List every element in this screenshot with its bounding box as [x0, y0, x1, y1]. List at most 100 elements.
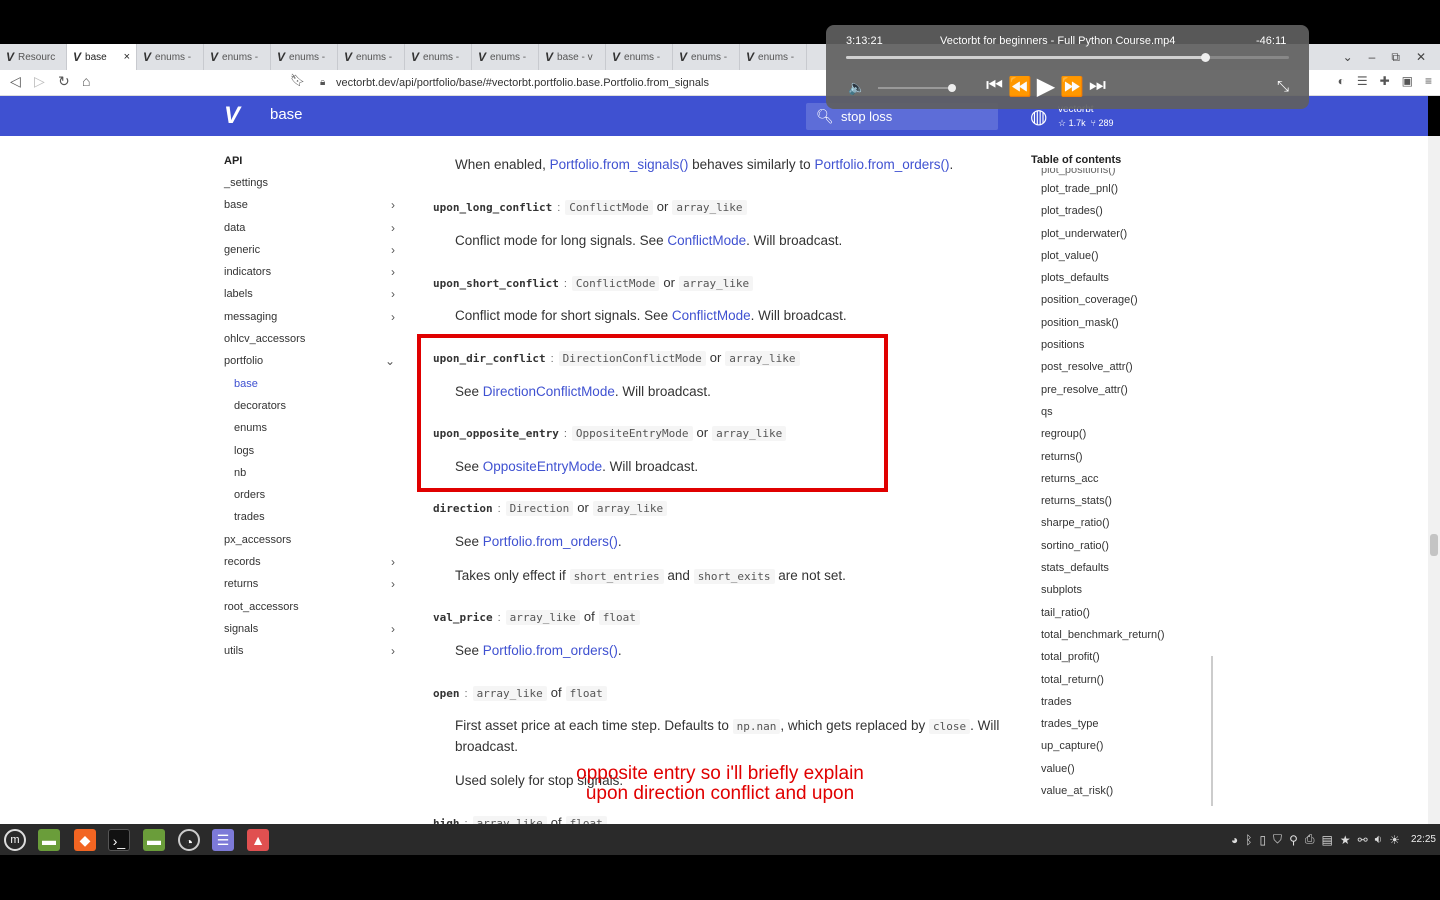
browser-tab[interactable]: Venums - — [204, 44, 271, 70]
clock[interactable]: 22:25 — [1411, 834, 1436, 845]
video-progress-bar[interactable] — [846, 53, 1289, 62]
nav-item[interactable]: _settings — [224, 172, 399, 194]
obs-icon[interactable]: ◔ — [178, 829, 200, 851]
mint-menu-icon[interactable]: m — [4, 829, 26, 851]
toc-item[interactable]: pre_resolve_attr() — [1041, 379, 1211, 401]
menu-icon[interactable]: ≡ — [1425, 74, 1432, 88]
nav-item[interactable]: decorators — [224, 395, 399, 417]
browser-tab[interactable]: Venums - — [405, 44, 472, 70]
chevron-icon[interactable]: › — [391, 306, 395, 328]
minimize-icon[interactable]: – — [1369, 50, 1376, 64]
star-icon[interactable]: ★ — [1340, 833, 1351, 847]
toc-item[interactable]: stats_defaults — [1041, 557, 1211, 579]
chevron-icon[interactable]: › — [391, 283, 395, 305]
chevron-icon[interactable]: › — [391, 194, 395, 216]
nav-item[interactable]: px_accessors — [224, 529, 399, 551]
brightness-icon[interactable]: ☀ — [1389, 833, 1400, 847]
nav-item[interactable]: base › — [224, 194, 399, 216]
chevron-icon[interactable]: ⌄ — [385, 350, 395, 372]
clipboard-icon[interactable]: ▯ — [1259, 833, 1266, 847]
extension-icon[interactable]: ◐ — [1338, 74, 1345, 88]
nav-item[interactable]: portfolio ⌄ — [224, 350, 399, 372]
link-conflict-mode[interactable]: ConflictMode — [672, 308, 751, 323]
maximize-icon[interactable]: ⧉ — [1391, 50, 1400, 65]
home-icon[interactable]: ⌂ — [82, 73, 90, 89]
toc-item[interactable]: sharpe_ratio() — [1041, 512, 1211, 534]
rewind-icon[interactable]: ⏪ — [1008, 75, 1032, 101]
image-viewer-icon[interactable]: ▲ — [247, 829, 269, 851]
volume-slider[interactable] — [878, 84, 956, 92]
browser-tab[interactable]: Vbase × — [67, 44, 137, 70]
chevron-icon[interactable]: › — [391, 640, 395, 662]
toc-item[interactable]: regroup() — [1041, 423, 1211, 445]
nav-item[interactable]: indicators › — [224, 261, 399, 283]
toc-item[interactable]: plots_defaults — [1041, 267, 1211, 289]
nav-item[interactable]: base — [224, 373, 399, 395]
nav-item[interactable]: logs — [224, 440, 399, 462]
chevron-icon[interactable]: › — [391, 261, 395, 283]
reader-icon[interactable]: ☰ — [1357, 74, 1368, 88]
fast-forward-icon[interactable]: ⏩ — [1060, 75, 1084, 101]
wallet-icon[interactable]: ▣ — [1402, 74, 1413, 88]
link-from-orders[interactable]: Portfolio.from_orders() — [483, 534, 618, 549]
nav-item[interactable]: labels › — [224, 283, 399, 305]
toc-item[interactable]: plot_trade_pnl() — [1041, 178, 1211, 200]
link-conflict-mode[interactable]: ConflictMode — [667, 233, 746, 248]
browser-tab[interactable]: Venums - — [673, 44, 740, 70]
bookmark-icon[interactable]: 🔖︎ — [290, 73, 305, 87]
toc-item[interactable]: trades_type — [1041, 713, 1211, 735]
brave-browser-icon[interactable]: ◆ — [74, 829, 96, 851]
puzzle-icon[interactable]: ✚ — [1380, 74, 1390, 88]
nav-item[interactable]: orders — [224, 484, 399, 506]
network-icon[interactable]: ⚯ — [1358, 833, 1368, 847]
page-scrollbar[interactable] — [1428, 136, 1440, 824]
video-player-overlay[interactable]: 3:13:21 Vectorbt for beginners - Full Py… — [826, 25, 1309, 109]
toc-item[interactable]: total_benchmark_return() — [1041, 624, 1211, 646]
notes-icon[interactable]: ▤ — [1321, 833, 1332, 847]
toc-item[interactable]: value_at_risk() — [1041, 780, 1211, 802]
volume-tray-icon[interactable]: 🔉︎ — [1375, 832, 1383, 847]
browser-tab[interactable]: Venums - — [137, 44, 204, 70]
nav-item[interactable]: root_accessors — [224, 596, 399, 618]
toc-item[interactable]: returns_acc — [1041, 468, 1211, 490]
browser-tab[interactable]: Venums - — [606, 44, 673, 70]
folder-icon[interactable]: ▬ — [143, 829, 165, 851]
bluetooth-icon[interactable]: ᛒ — [1245, 833, 1252, 847]
nav-item[interactable]: messaging › — [224, 306, 399, 328]
chevron-icon[interactable]: › — [391, 618, 395, 640]
obs-tray-icon[interactable]: ◕ — [1231, 833, 1238, 847]
nav-item[interactable]: signals › — [224, 618, 399, 640]
tab-close-icon[interactable]: × — [124, 51, 130, 63]
exit-pip-icon[interactable]: ⤡ — [1277, 78, 1289, 95]
chevron-icon[interactable]: › — [391, 217, 395, 239]
text-editor-icon[interactable]: ☰ — [212, 829, 234, 851]
toc-item[interactable]: subplots — [1041, 579, 1211, 601]
tab-list-icon[interactable]: ⌄ — [1343, 50, 1353, 64]
video-progress-knob[interactable] — [1200, 53, 1210, 62]
toc-item[interactable]: plot_underwater() — [1041, 223, 1211, 245]
site-logo[interactable]: V — [224, 102, 240, 130]
close-window-icon[interactable]: ✕ — [1416, 50, 1426, 64]
toc-item[interactable]: plot_positions() — [1041, 168, 1211, 178]
skip-start-icon[interactable]: ⏮ — [986, 75, 1003, 101]
toc-item[interactable]: plot_trades() — [1041, 200, 1211, 222]
volume-icon[interactable]: 🔈 — [848, 79, 865, 96]
address-bar[interactable]: 🔒︎ vectorbt.dev/api/portfolio/base/#vect… — [314, 73, 824, 93]
files-icon[interactable]: ▬ — [38, 829, 60, 851]
toc-item[interactable]: qs — [1041, 401, 1211, 423]
skip-end-icon[interactable]: ⏭ — [1089, 75, 1106, 101]
browser-tab[interactable]: Venums - — [271, 44, 338, 70]
chevron-icon[interactable]: › — [391, 239, 395, 261]
terminal-icon[interactable]: ›_ — [108, 829, 130, 851]
toc-item[interactable]: sortino_ratio() — [1041, 535, 1211, 557]
browser-tab[interactable]: V Resourc — [0, 44, 67, 70]
scrollbar-thumb[interactable] — [1430, 534, 1438, 556]
link-from-orders[interactable]: Portfolio.from_orders() — [483, 643, 618, 658]
nav-item[interactable]: generic › — [224, 239, 399, 261]
toc-item[interactable]: value() — [1041, 758, 1211, 780]
shield-icon[interactable]: ⛉ — [1273, 832, 1282, 847]
back-icon[interactable]: ◁ — [10, 73, 21, 90]
nav-item[interactable]: returns › — [224, 573, 399, 595]
toc-item[interactable]: position_mask() — [1041, 312, 1211, 334]
nav-item[interactable]: utils › — [224, 640, 399, 662]
